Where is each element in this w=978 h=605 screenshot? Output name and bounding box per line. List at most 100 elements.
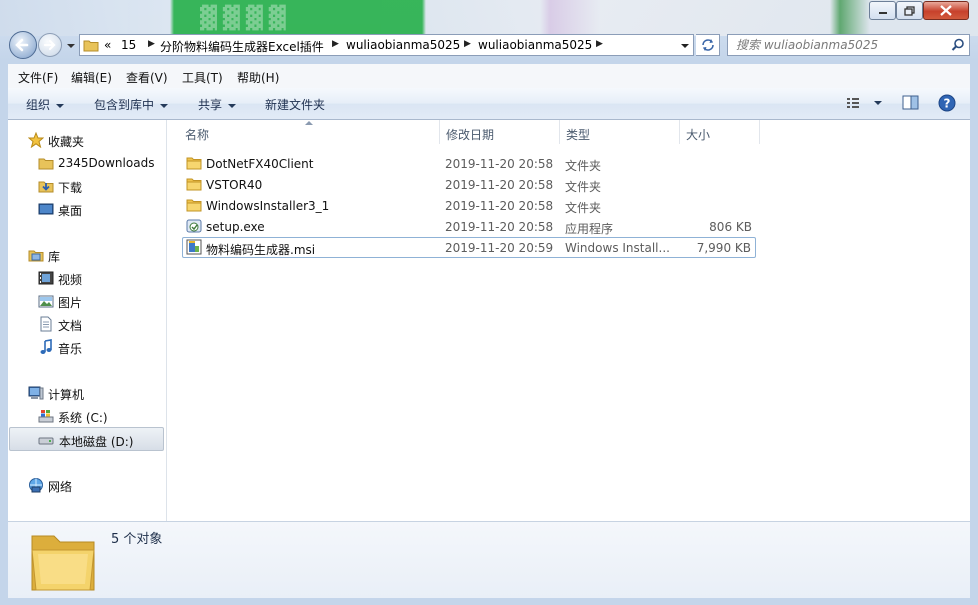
file-name: 物料编码生成器.msi	[206, 243, 316, 257]
breadcrumb-item[interactable]: 分阶物料编码生成器Excel插件	[160, 38, 324, 55]
nav-item-label: 图片	[58, 296, 83, 310]
file-name: DotNetFX40Client	[206, 157, 314, 171]
nav-computer-label: 计算机	[48, 388, 85, 402]
breadcrumb-separator[interactable]: ▶	[596, 39, 603, 49]
nav-item-label: 桌面	[58, 204, 83, 218]
maximize-button[interactable]	[896, 1, 923, 20]
item-count: 5 个对象	[111, 532, 163, 547]
file-row-selected[interactable]: 物料编码生成器.msi 2019-11-20 20:59 Windows Ins…	[182, 237, 756, 258]
organize-label: 组织	[26, 98, 51, 112]
breadcrumb-separator[interactable]: ▶	[148, 39, 155, 49]
menu-tools[interactable]: 工具(T)	[182, 69, 223, 86]
folder-icon	[186, 157, 202, 170]
menu-file[interactable]: 文件(F)	[18, 69, 58, 86]
nav-item-label: 音乐	[58, 342, 83, 356]
nav-item-local-disk-d[interactable]: 本地磁盘 (D:)	[9, 427, 164, 451]
menu-help[interactable]: 帮助(H)	[237, 69, 279, 86]
column-divider[interactable]	[559, 120, 560, 144]
file-type: Windows Install...	[565, 241, 670, 255]
file-date: 2019-11-20 20:58	[445, 220, 554, 234]
file-row[interactable]: setup.exe 2019-11-20 20:58 应用程序 806 KB	[182, 216, 756, 237]
file-date: 2019-11-20 20:58	[445, 178, 554, 192]
file-name: WindowsInstaller3_1	[206, 199, 330, 213]
column-header-size[interactable]: 大小	[686, 126, 710, 146]
search-input[interactable]	[736, 37, 941, 53]
nav-library-label: 库	[48, 250, 61, 264]
help-icon: ?	[938, 94, 956, 112]
breadcrumb-separator[interactable]: ▶	[332, 39, 339, 49]
folder-icon	[186, 199, 202, 212]
preview-pane-button[interactable]	[902, 95, 920, 114]
breadcrumb-item[interactable]: wuliaobianma5025	[346, 38, 460, 52]
change-view-button[interactable]	[846, 96, 886, 113]
file-type: 应用程序	[565, 222, 614, 236]
command-bar: 组织 包含到库中 共享 新建文件夹 ?	[8, 88, 970, 120]
column-header-type[interactable]: 类型	[566, 126, 590, 146]
search-box[interactable]	[727, 34, 970, 56]
folder-icon	[83, 40, 99, 52]
folder-icon	[31, 535, 95, 591]
svg-text:?: ?	[944, 97, 951, 111]
computer-icon	[28, 386, 44, 400]
file-type: 文件夹	[565, 159, 602, 173]
minimize-icon	[878, 11, 887, 14]
file-row[interactable]: DotNetFX40Client 2019-11-20 20:58 文件夹	[182, 153, 756, 174]
nav-item-label: 2345Downloads	[58, 156, 155, 170]
exe-icon	[186, 219, 202, 233]
file-row[interactable]: WindowsInstaller3_1 2019-11-20 20:58 文件夹	[182, 195, 756, 216]
video-icon	[38, 271, 54, 285]
file-size: 806 KB	[709, 220, 752, 234]
msi-icon	[186, 239, 202, 255]
column-header-date[interactable]: 修改日期	[446, 126, 494, 146]
back-button[interactable]	[9, 31, 37, 59]
address-bar[interactable]: « 15 ▶ 分阶物料编码生成器Excel插件 ▶ wuliaobianma50…	[79, 34, 694, 56]
file-row[interactable]: VSTOR40 2019-11-20 20:58 文件夹	[182, 174, 756, 195]
arrow-left-icon	[15, 38, 29, 52]
chevron-down-icon	[56, 103, 65, 108]
close-button[interactable]	[923, 1, 969, 20]
forward-button[interactable]	[38, 33, 62, 57]
documents-icon	[40, 316, 52, 332]
breadcrumb-overflow[interactable]: «	[104, 38, 111, 52]
downloads-folder-icon	[38, 181, 54, 193]
background-blur: ▓▓▓▓	[200, 6, 292, 31]
menu-view[interactable]: 查看(V)	[126, 69, 168, 86]
organize-button[interactable]: 组织	[26, 96, 65, 113]
breadcrumb-item[interactable]: wuliaobianma5025	[478, 38, 592, 52]
restore-icon	[904, 5, 915, 16]
nav-item-label: 本地磁盘 (D:)	[59, 435, 134, 449]
column-header-name[interactable]: 名称	[185, 126, 209, 146]
minimize-button[interactable]	[869, 1, 896, 20]
help-button[interactable]: ?	[938, 94, 956, 115]
file-size: 7,990 KB	[696, 241, 751, 255]
file-date: 2019-11-20 20:58	[445, 199, 554, 213]
view-list-icon	[847, 98, 882, 108]
file-date: 2019-11-20 20:59	[445, 241, 554, 255]
search-icon[interactable]	[951, 38, 965, 52]
column-divider[interactable]	[679, 120, 680, 144]
details-pane: 5 个对象	[8, 521, 970, 598]
breadcrumb-item[interactable]: 15	[121, 38, 136, 52]
include-in-library-label: 包含到库中	[94, 98, 155, 112]
address-dropdown-icon[interactable]	[680, 41, 690, 51]
music-icon	[40, 339, 52, 354]
new-folder-button[interactable]: 新建文件夹	[265, 96, 325, 113]
nav-item-label: 系统 (C:)	[58, 411, 108, 425]
include-in-library-button[interactable]: 包含到库中	[94, 96, 169, 113]
share-button[interactable]: 共享	[198, 96, 237, 113]
column-divider[interactable]	[439, 120, 440, 144]
file-type: 文件夹	[565, 201, 602, 215]
refresh-button[interactable]	[696, 34, 720, 56]
chevron-down-icon	[67, 44, 75, 48]
file-type: 文件夹	[565, 180, 602, 194]
folder-icon	[186, 178, 202, 191]
breadcrumb-separator[interactable]: ▶	[464, 39, 471, 49]
preview-pane-icon	[902, 95, 919, 110]
recent-pages-dropdown[interactable]	[66, 40, 76, 50]
library-icon	[28, 250, 44, 262]
nav-favorites-label: 收藏夹	[48, 135, 85, 149]
folder-icon	[38, 158, 54, 170]
menu-edit[interactable]: 编辑(E)	[71, 69, 112, 86]
system-drive-icon	[38, 410, 54, 423]
column-divider[interactable]	[759, 120, 760, 144]
